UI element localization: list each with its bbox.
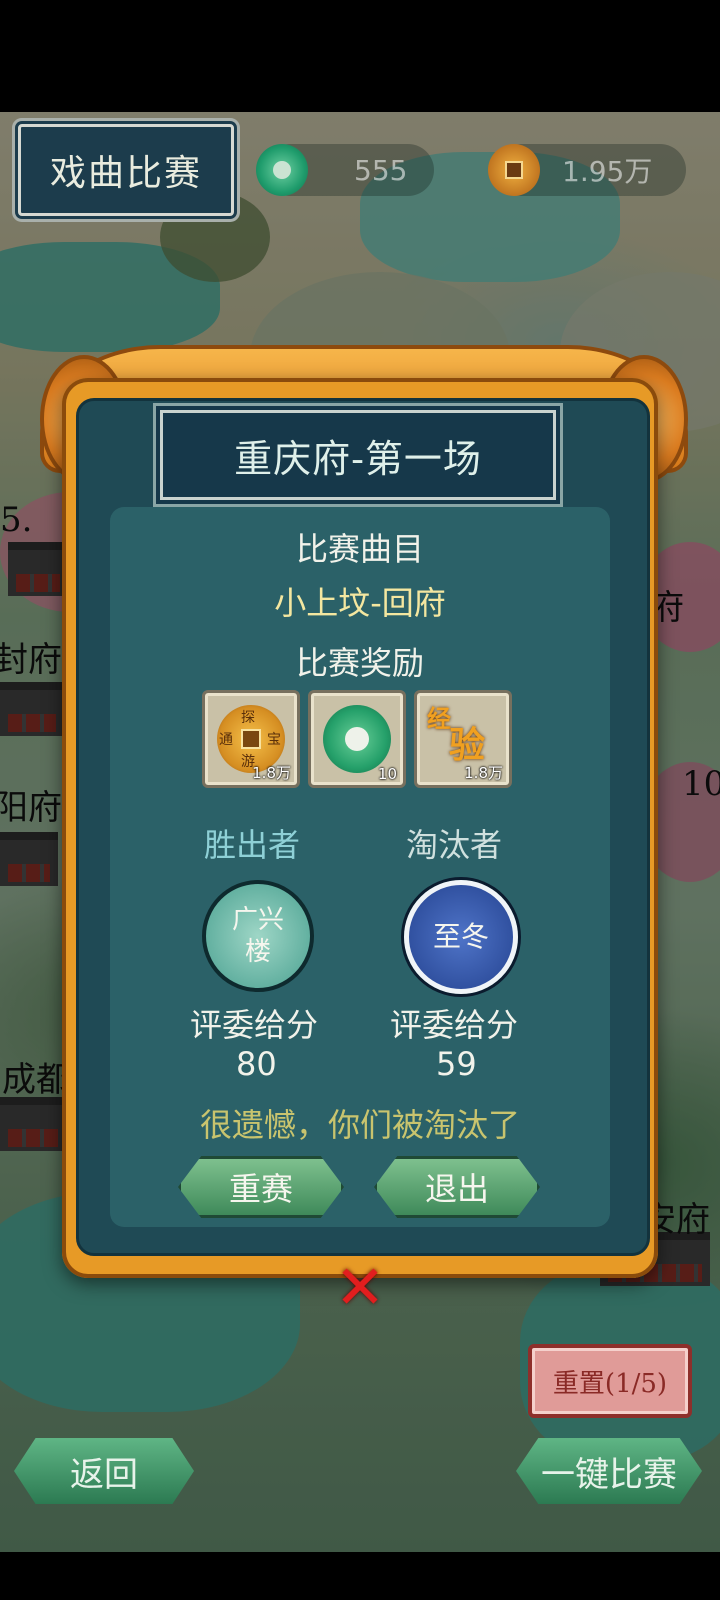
loser-label: 淘汰者 xyxy=(406,826,503,864)
reward-jade-coin[interactable]: 10 xyxy=(308,690,406,788)
coin-glyph: 宝 xyxy=(267,732,281,748)
dialog-title: 重庆府-第一场 xyxy=(160,410,556,500)
exit-button[interactable]: 退出 xyxy=(374,1156,540,1218)
reward-heading: 比赛奖励 xyxy=(295,644,424,682)
reset-button[interactable]: 重置(1/5) xyxy=(528,1344,692,1418)
loser-name: 至冬 xyxy=(432,920,489,953)
reward-amount: 1.8万 xyxy=(464,764,503,782)
song-name: 小上坟-回府 xyxy=(274,584,446,622)
reward-amount: 10 xyxy=(377,765,397,783)
result-message: 很遗憾，你们被淘汰了 xyxy=(199,1106,520,1144)
song-heading: 比赛曲目 xyxy=(295,530,424,568)
loser-team-avatar[interactable]: 至冬 xyxy=(404,880,518,994)
copper-amount: 1.95万 xyxy=(562,155,653,188)
copper-coin-icon xyxy=(488,144,540,196)
reward-copper-coin[interactable]: 探 宝 通 游 1.8万 xyxy=(202,690,300,788)
coin-glyph: 探 xyxy=(241,710,255,726)
winner-label: 胜出者 xyxy=(204,826,301,864)
page-title: 戏曲比赛 xyxy=(18,124,234,216)
auto-battle-button[interactable]: 一键比赛 xyxy=(516,1438,702,1504)
winner-score-label: 评委给分 xyxy=(190,1006,319,1044)
winner-name-line: 广兴 xyxy=(231,905,284,935)
rematch-button[interactable]: 重赛 xyxy=(178,1156,344,1218)
winner-name-line: 楼 xyxy=(244,937,271,967)
back-button[interactable]: 返回 xyxy=(14,1438,194,1504)
close-icon[interactable]: ✕ xyxy=(330,1258,390,1318)
loser-score-label: 评委给分 xyxy=(390,1006,519,1044)
winner-score: 80 xyxy=(236,1045,277,1083)
jade-coin-icon xyxy=(323,705,391,773)
jade-amount: 555 xyxy=(354,153,408,187)
jade-currency: 555 xyxy=(256,144,434,196)
jade-coin-icon xyxy=(256,144,308,196)
loser-score: 59 xyxy=(436,1045,477,1083)
reward-experience[interactable]: 经 验 1.8万 xyxy=(414,690,512,788)
exp-glyph: 验 xyxy=(449,724,486,766)
coin-glyph: 通 xyxy=(219,732,233,748)
winner-team-avatar[interactable]: 广兴 楼 xyxy=(202,880,314,992)
copper-currency: 1.95万 xyxy=(488,144,686,196)
exp-glyph: 经 xyxy=(427,704,451,733)
reward-amount: 1.8万 xyxy=(252,764,291,782)
